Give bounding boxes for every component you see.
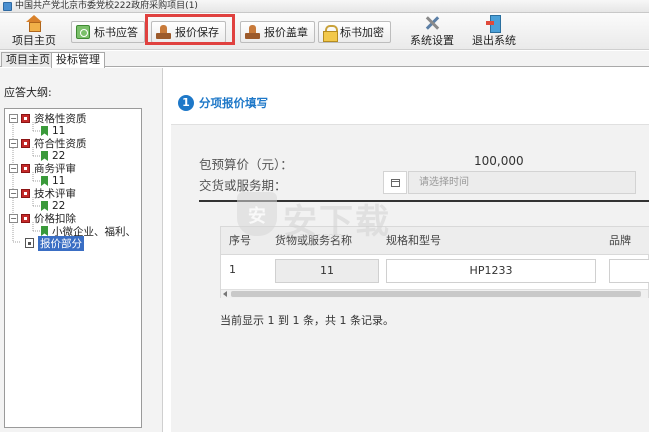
lock-icon: [323, 24, 338, 42]
home-button[interactable]: 项目主页: [12, 15, 56, 48]
tab-bid-management[interactable]: 投标管理: [51, 52, 105, 68]
budget-value: 100,000: [474, 154, 524, 168]
tree-node-quote-section[interactable]: 报价部分: [25, 235, 84, 251]
scroll-left-icon[interactable]: [223, 291, 227, 297]
tree-node-label-selected: 报价部分: [38, 235, 84, 251]
tab-bar: 项目主页 投标管理: [0, 51, 649, 68]
collapse-icon[interactable]: −: [9, 213, 18, 223]
document-icon: [25, 238, 34, 248]
section-icon: [21, 113, 30, 123]
exit-button[interactable]: 退出系统: [472, 15, 516, 48]
stamp-icon: [245, 24, 260, 40]
section-icon: [21, 188, 30, 198]
flag-icon: [41, 151, 48, 161]
tree-node-price-deduction[interactable]: − 价格扣除: [9, 212, 76, 225]
watermark: 安 安下载 anxz.com: [237, 190, 432, 242]
section-icon: [21, 138, 30, 148]
bid-response-label: 标书应答: [94, 26, 138, 39]
scrollbar-thumb[interactable]: [231, 291, 641, 297]
exit-label: 退出系统: [472, 34, 516, 47]
column-header-brand: 品牌: [609, 234, 631, 247]
section-icon: [21, 163, 30, 173]
tree-connector-lines: [12, 122, 41, 243]
quote-stamp-label: 报价盖章: [264, 26, 308, 39]
watermark-subtext: anxz.com: [299, 232, 343, 242]
tools-icon: [423, 15, 441, 30]
cell-index: 1: [229, 263, 236, 276]
flag-icon: [41, 226, 48, 236]
delivery-date-input[interactable]: 请选择时间: [408, 171, 636, 194]
bid-response-button[interactable]: 标书应答: [71, 21, 145, 43]
settings-label: 系统设置: [410, 34, 454, 47]
tree-node-label: 商务评审: [34, 162, 76, 175]
section-title: 分项报价填写: [199, 96, 268, 110]
toolbar: 项目主页 标书应答 报价保存 报价盖章 标书加密 系统设置 退出系统: [0, 13, 649, 50]
budget-label: 包预算价（元）：: [199, 157, 293, 172]
home-icon: [25, 15, 43, 32]
tree-node-label: 符合性资质: [34, 137, 87, 150]
highlight-box: [145, 14, 235, 45]
tree-node-business-review[interactable]: − 商务评审: [9, 162, 76, 175]
tree-node-label: 资格性资质: [34, 112, 87, 125]
horizontal-scrollbar[interactable]: [221, 289, 648, 298]
exit-icon: [486, 15, 502, 33]
collapse-icon[interactable]: −: [9, 138, 18, 148]
tree-node-compliance[interactable]: − 符合性资质: [9, 137, 87, 150]
settings-button[interactable]: 系统设置: [410, 15, 454, 48]
book-icon: [76, 25, 90, 39]
window-title: 中国共产党北京市委党校222政府采购项目(1): [15, 1, 198, 11]
collapse-icon[interactable]: −: [9, 163, 18, 173]
title-bar: 中国共产党北京市委党校222政府采购项目(1): [0, 0, 649, 13]
tree-node-label: 技术评审: [34, 187, 76, 200]
tree-node-technical-review[interactable]: − 技术评审: [9, 187, 76, 200]
cell-brand-input[interactable]: [609, 259, 649, 283]
quote-stamp-button[interactable]: 报价盖章: [240, 21, 315, 43]
shield-glyph: 安: [248, 206, 266, 227]
flag-icon: [41, 126, 48, 136]
records-summary: 当前显示 1 到 1 条，共 1 条记录。: [220, 314, 394, 327]
tree-node-qualification[interactable]: − 资格性资质: [9, 112, 87, 125]
cell-name[interactable]: 11: [275, 259, 379, 283]
home-button-label: 项目主页: [12, 34, 56, 47]
flag-icon: [41, 201, 48, 211]
flag-icon: [41, 176, 48, 186]
collapse-icon[interactable]: −: [9, 113, 18, 123]
outline-title: 应答大纲:: [4, 86, 52, 99]
collapse-icon[interactable]: −: [9, 188, 18, 198]
calendar-icon: [391, 179, 400, 187]
encrypt-button[interactable]: 标书加密: [318, 21, 391, 43]
outline-tree[interactable]: − 资格性资质 11 − 符合性资质 22 − 商务评审 11 − 技术评审 2…: [4, 108, 142, 428]
tab-project-home[interactable]: 项目主页: [1, 52, 55, 67]
app-icon: [3, 2, 12, 11]
section-number-badge: 1: [178, 95, 194, 111]
encrypt-label: 标书加密: [340, 26, 384, 39]
section-icon: [21, 213, 30, 223]
shield-icon: 安: [237, 192, 277, 236]
cell-spec-input[interactable]: HP1233: [386, 259, 596, 283]
